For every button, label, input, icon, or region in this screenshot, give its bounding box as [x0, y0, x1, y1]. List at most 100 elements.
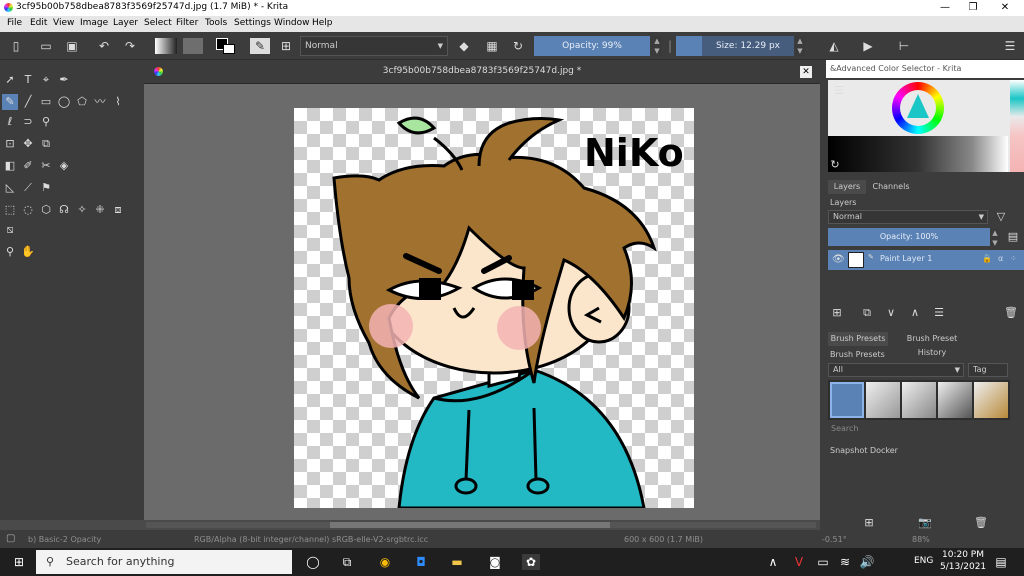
crop-tool-icon[interactable]: ⊡	[2, 136, 18, 152]
menu-file[interactable]: File	[7, 18, 22, 28]
recent-colors[interactable]	[1010, 80, 1024, 172]
menu-help[interactable]: Help	[312, 18, 333, 28]
freehand-path-tool-icon[interactable]: ℓ	[2, 114, 18, 130]
antivirus-icon[interactable]: V	[790, 554, 808, 570]
bezier-select-tool-icon[interactable]: ⧈	[110, 202, 126, 218]
size-slider-filled[interactable]	[676, 36, 702, 56]
brush-search-field[interactable]: Search	[828, 422, 1008, 436]
menu-window[interactable]: Window	[274, 18, 310, 28]
move-layer-down-icon[interactable]: ∨	[884, 306, 898, 320]
menu-image[interactable]: Image	[80, 18, 108, 28]
polygon-select-tool-icon[interactable]: ⬡	[38, 202, 54, 218]
document-tab-title[interactable]: 3cf95b00b758dbea8783f3569f25747d.jpg *	[144, 66, 820, 76]
clock-date[interactable]: 5/13/2021	[940, 562, 986, 572]
gradient-tool-icon[interactable]: ◧	[2, 158, 18, 174]
layer-row[interactable]: 👁 ✎ Paint Layer 1 🔒 α ⁘	[828, 250, 1024, 270]
color-shade-strips[interactable]	[828, 136, 1008, 172]
alpha-lock-icon[interactable]: ▦	[484, 38, 500, 54]
ellipse-select-tool-icon[interactable]: ◌	[20, 202, 36, 218]
snapshot-add-icon[interactable]: ⊞	[862, 516, 876, 530]
delete-layer-icon[interactable]: 🗑	[1004, 306, 1018, 320]
similar-select-tool-icon[interactable]: ⁜	[92, 202, 108, 218]
color-refresh-icon[interactable]: ↻	[828, 158, 842, 172]
eraser-mode-icon[interactable]: ◆	[456, 38, 472, 54]
cortana-icon[interactable]: ◯	[304, 554, 322, 570]
menu-layer[interactable]: Layer	[113, 18, 138, 28]
undo-icon[interactable]: ↶	[96, 38, 112, 54]
opacity-stepper[interactable]: ▲ ▼	[652, 36, 662, 56]
add-layer-icon[interactable]: ⊞	[830, 306, 844, 320]
line-tool-icon[interactable]: ╱	[20, 94, 36, 110]
pan-tool-icon[interactable]: ✋	[20, 244, 36, 260]
layer-name[interactable]: Paint Layer 1	[880, 254, 932, 263]
size-slider[interactable]: Size: 12.29 px	[702, 36, 794, 56]
measure-tool-icon[interactable]: ⟋	[20, 180, 36, 196]
rect-select-tool-icon[interactable]: ⬚	[2, 202, 18, 218]
layer-opacity-slider[interactable]: Opacity: 100%	[828, 228, 990, 246]
assistant-tool-icon[interactable]: ◺	[2, 180, 18, 196]
notifications-icon[interactable]: ▤	[992, 554, 1010, 570]
tab-brush-preset-history[interactable]: Brush Preset History	[892, 332, 972, 357]
menu-edit[interactable]: Edit	[30, 18, 47, 28]
panel-menu-icon[interactable]: ☰	[1002, 38, 1018, 54]
layer-opacity-stepper[interactable]: ▲ ▼	[990, 228, 1000, 247]
size-stepper[interactable]: ▲ ▼	[795, 36, 805, 56]
reload-preset-icon[interactable]: ↻	[510, 38, 526, 54]
opacity-slider[interactable]: Opacity: 99%	[534, 36, 650, 56]
bezier-tool-icon[interactable]: ⌇	[110, 94, 126, 110]
move-tool-icon[interactable]: ✥	[20, 136, 36, 152]
wifi-icon[interactable]: ≋	[836, 554, 854, 570]
maximize-icon[interactable]: ❐	[958, 0, 988, 16]
task-view-icon[interactable]: ⧉	[338, 554, 356, 570]
snapshot-delete-icon[interactable]: 🗑	[974, 516, 988, 530]
taskbar-search-field[interactable]: ⚲ Search for anything	[36, 550, 292, 574]
minimize-icon[interactable]: —	[930, 0, 960, 16]
open-document-icon[interactable]: ▭	[38, 38, 54, 54]
gradient-swatch[interactable]	[155, 38, 177, 54]
calligraphy-tool-icon[interactable]: ✒	[56, 72, 72, 88]
tab-brush-presets[interactable]: Brush Presets	[828, 332, 888, 346]
brush-preset-item[interactable]	[866, 382, 900, 418]
canvas-area[interactable]: 3cf95b00b758dbea8783f3569f25747d.jpg * ✕	[144, 60, 820, 520]
brush-preset-icon[interactable]: ✎	[250, 38, 270, 54]
blend-mode-select[interactable]: Normal ▼	[300, 36, 448, 56]
smart-patch-tool-icon[interactable]: ✂	[38, 158, 54, 174]
color-triangle[interactable]	[907, 94, 929, 118]
krita-taskbar-icon[interactable]: ✿	[522, 554, 540, 570]
save-icon[interactable]: ▣	[64, 38, 80, 54]
color-selector-menu-icon[interactable]: ☰	[832, 84, 846, 98]
menu-settings[interactable]: Settings	[234, 18, 271, 28]
magnetic-select-tool-icon[interactable]: ⧅	[2, 222, 18, 238]
snapshot-camera-icon[interactable]: 📷	[918, 516, 932, 530]
fg-bg-color-icon[interactable]	[216, 38, 238, 54]
clock-time[interactable]: 10:20 PM	[942, 550, 984, 560]
color-selector-panel[interactable]	[828, 80, 1024, 172]
menu-tools[interactable]: Tools	[205, 18, 227, 28]
menu-filter[interactable]: Filter	[176, 18, 198, 28]
battery-icon[interactable]: ▭	[814, 554, 832, 570]
edit-shapes-tool-icon[interactable]: ⌖	[38, 72, 54, 88]
layer-lock-icon[interactable]: 🔒	[982, 254, 992, 263]
alpha-inherit-icon[interactable]: α	[998, 254, 1003, 263]
layer-filter-icon[interactable]: ▽	[994, 210, 1008, 224]
menu-select[interactable]: Select	[144, 18, 172, 28]
close-icon[interactable]: ✕	[990, 0, 1020, 16]
text-tool-icon[interactable]: T	[20, 72, 36, 88]
layer-options-icon[interactable]: ⁘	[1010, 254, 1017, 263]
close-document-icon[interactable]: ✕	[800, 66, 812, 78]
zoom-tool-icon[interactable]: ⚲	[2, 244, 18, 260]
layer-properties-button-icon[interactable]: ☰	[932, 306, 946, 320]
language-indicator[interactable]: ENG	[914, 556, 933, 566]
polygon-tool-icon[interactable]: ⬠	[74, 94, 90, 110]
scroll-thumb[interactable]	[330, 522, 610, 528]
visibility-eye-icon[interactable]: 👁	[832, 254, 845, 265]
file-explorer-icon[interactable]: ▬	[448, 554, 466, 570]
mirror-vertical-icon[interactable]: ▶	[860, 38, 876, 54]
pattern-swatch[interactable]	[183, 38, 203, 54]
show-hidden-icons-icon[interactable]: ∧	[764, 554, 782, 570]
freehand-select-tool-icon[interactable]: ☊	[56, 202, 72, 218]
mirror-horizontal-icon[interactable]: ◭	[826, 38, 842, 54]
tab-channels[interactable]: Channels	[868, 180, 914, 194]
tab-layers[interactable]: Layers	[828, 180, 866, 194]
zoom-app-icon[interactable]: ◘	[412, 554, 430, 570]
